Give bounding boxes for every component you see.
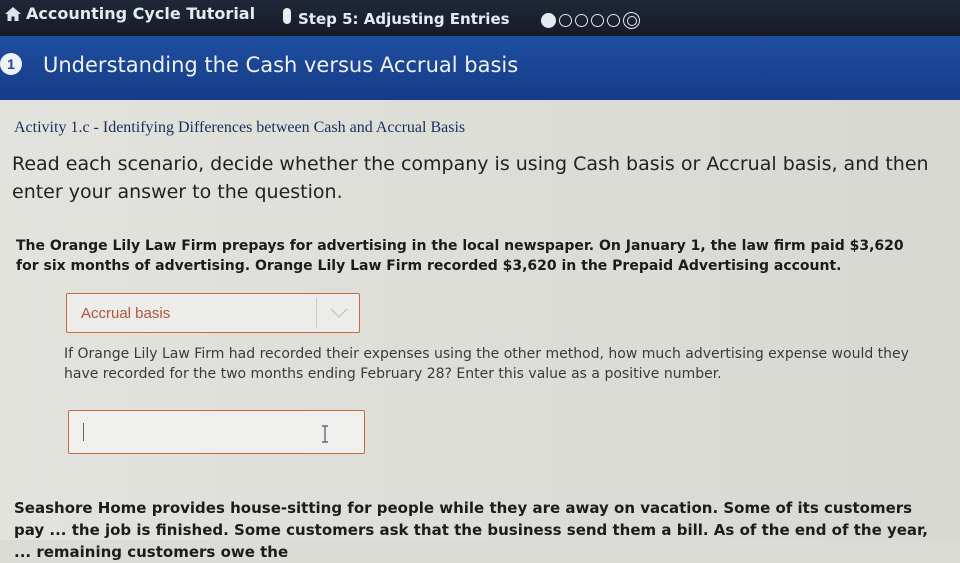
step-indicator-icon xyxy=(283,8,291,24)
section-title: Understanding the Cash versus Accrual ba… xyxy=(43,53,519,77)
text-caret xyxy=(83,423,84,441)
basis-select-value: Accrual basis xyxy=(81,305,171,322)
app-title: Accounting Cycle Tutorial xyxy=(26,4,256,23)
top-bar: Accounting Cycle Tutorial Step 5: Adjust… xyxy=(0,0,960,36)
select-divider xyxy=(316,298,317,328)
progress-dots xyxy=(541,12,640,29)
question-text: If Orange Lily Law Firm had recorded the… xyxy=(64,346,909,382)
scenario-text: The Orange Lily Law Firm prepays for adv… xyxy=(16,238,904,274)
progress-dot xyxy=(575,14,588,27)
text-cursor-icon xyxy=(322,425,328,443)
instructions-text: Read each scenario, decide whether the c… xyxy=(12,153,929,203)
progress-dot xyxy=(607,14,620,27)
section-banner: 1 Understanding the Cash versus Accrual … xyxy=(0,36,960,100)
step-label: Step 5: Adjusting Entries xyxy=(298,10,510,28)
progress-dot-completed xyxy=(541,13,556,28)
main-content: Activity 1.c - Identifying Differences b… xyxy=(0,100,960,561)
basis-select[interactable]: Accrual basis xyxy=(66,293,360,333)
scenario-2-text: Seashore Home provides house-sitting for… xyxy=(14,499,928,561)
activity-title: Activity 1.c - Identifying Differences b… xyxy=(14,119,466,136)
chevron-down-icon[interactable] xyxy=(329,306,349,320)
progress-dot-current xyxy=(623,12,640,29)
home-icon[interactable] xyxy=(4,6,22,22)
answer-input[interactable] xyxy=(68,410,365,454)
progress-dot xyxy=(559,14,572,27)
section-number-badge: 1 xyxy=(0,53,22,75)
progress-dot xyxy=(591,14,604,27)
